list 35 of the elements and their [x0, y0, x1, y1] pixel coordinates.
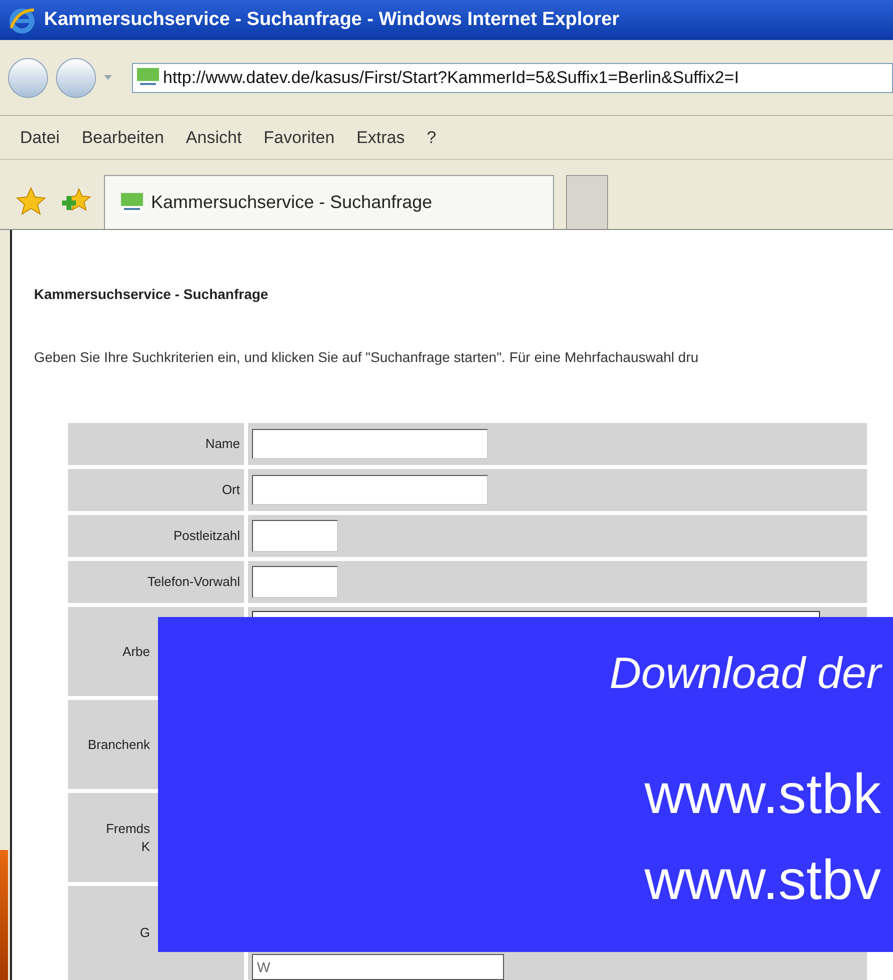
field-label: Ort	[222, 481, 240, 499]
new-tab-button[interactable]	[566, 175, 608, 229]
menu-item[interactable]: Extras	[356, 124, 405, 150]
field-label: Name	[205, 435, 240, 453]
field-label: G	[140, 924, 150, 942]
text-input[interactable]	[252, 566, 338, 598]
caret-icon[interactable]	[104, 75, 112, 80]
instructions-text: Geben Sie Ihre Suchkriterien ein, und klicken Sie auf "Suchanfrage starten". Für eine Mehrfachauswahl dru	[34, 348, 700, 367]
text-input[interactable]: W	[252, 954, 504, 980]
menu-item[interactable]: Favoriten	[264, 124, 335, 150]
site-icon	[137, 68, 159, 88]
field-label: Fremds K	[106, 820, 150, 856]
menu-item[interactable]: Bearbeiten	[82, 124, 164, 150]
text-input[interactable]	[252, 520, 338, 552]
address-field[interactable]: http://www.datev.de/kasus/First/Start?KammerId=5&Suffix1=Berlin&Suffix2=I	[132, 62, 893, 92]
site-icon	[121, 192, 143, 212]
browser-logo-icon	[8, 6, 36, 34]
browser-tab[interactable]: Kammersuchservice - Suchanfrage	[104, 175, 554, 229]
window-title: Kammersuchservice - Suchanfrage - Windows Internet Explorer	[44, 8, 620, 32]
field-label: Telefon-Vorwahl	[148, 573, 240, 591]
text-input[interactable]	[252, 429, 488, 459]
page-heading: Kammersuchservice - Suchanfrage	[34, 285, 270, 304]
back-button[interactable]	[8, 58, 48, 98]
menu-item[interactable]: ?	[426, 124, 436, 150]
menu-item[interactable]: Datei	[20, 124, 60, 150]
text-input[interactable]	[252, 475, 488, 505]
favorites-star-icon[interactable]	[16, 186, 46, 216]
overlay-link-text: www.stbk	[644, 763, 881, 825]
overlay-link-text: www.stbv	[644, 848, 881, 910]
overlay-title: Download der	[610, 648, 881, 700]
field-label: Branchenk	[88, 736, 150, 754]
forward-button[interactable]	[56, 58, 96, 98]
field-label: Postleitzahl	[174, 527, 240, 545]
field-label: Arbe	[122, 642, 150, 660]
menu-item[interactable]: Ansicht	[186, 124, 242, 150]
